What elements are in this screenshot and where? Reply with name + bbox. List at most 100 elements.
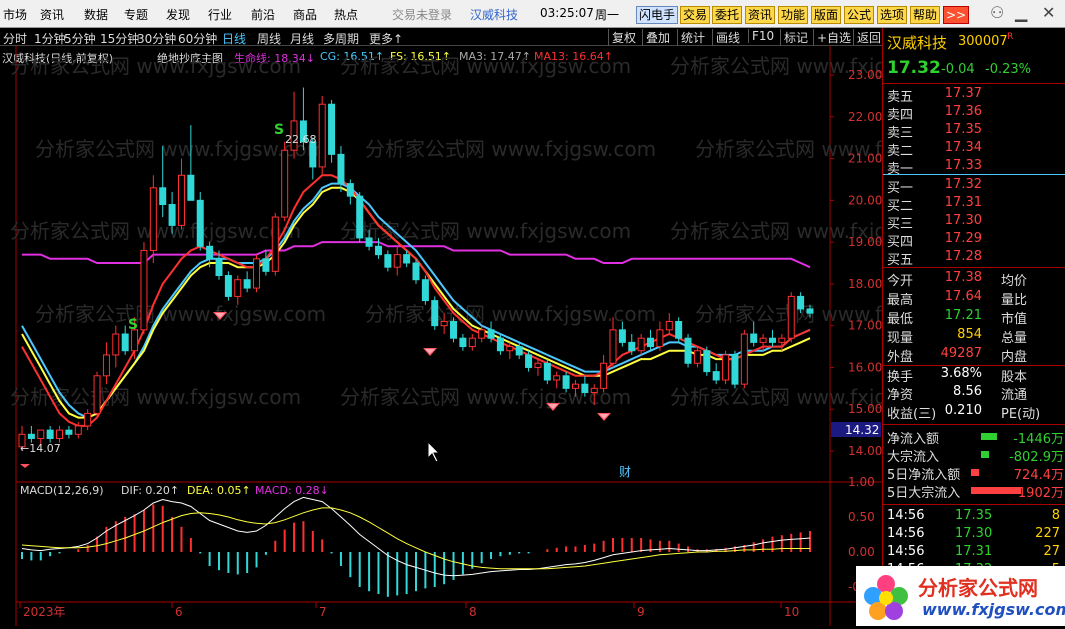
tick-time-0: 14:56	[887, 508, 925, 523]
period-7[interactable]: 周线	[257, 30, 281, 47]
candle-body-83	[797, 295, 805, 310]
candle-body-58	[562, 375, 570, 389]
chart-tool-4[interactable]: F10	[748, 29, 774, 43]
toolbar-button-5[interactable]: 版面	[811, 6, 842, 24]
bid-label-4: 买五	[887, 253, 914, 268]
period-4[interactable]: 30分钟	[137, 30, 176, 47]
period-9[interactable]: 多周期	[323, 30, 359, 47]
stat-value-7: 0.210	[944, 403, 982, 418]
period-6[interactable]: 日线	[222, 30, 246, 47]
toolbar-button-6[interactable]: 公式	[844, 6, 875, 24]
tick-row-2: 14:56 17.31 27	[883, 544, 1065, 562]
period-2[interactable]: 5分钟	[64, 30, 96, 47]
menu-3[interactable]: 专题	[124, 6, 148, 23]
candle-body-5	[65, 429, 73, 435]
flow-bar-3	[971, 487, 1021, 494]
minimize-icon[interactable]: ▁	[1015, 3, 1027, 22]
menu-8[interactable]: 热点	[334, 6, 358, 23]
period-3[interactable]: 15分钟	[100, 30, 139, 47]
chart-tool-1[interactable]: 叠加	[642, 29, 670, 46]
menu-2[interactable]: 数据	[84, 6, 108, 23]
stat-row-5: 换手 3.68% 股本	[883, 365, 1065, 385]
price-label-4: 19.00	[848, 235, 882, 249]
toolbar-button-0[interactable]: 闪电手	[636, 6, 679, 24]
ask-price-3: 17.34	[944, 140, 982, 155]
bid-label-0: 买一	[887, 181, 914, 196]
candle-body-17	[177, 174, 185, 226]
period-10[interactable]: 更多↑	[369, 30, 403, 47]
chart-tool-5[interactable]: 标记	[780, 29, 808, 46]
candle-body-39	[384, 254, 392, 268]
candle-body-62	[600, 362, 608, 389]
quote-last-price: 17.32	[887, 58, 941, 78]
price-label-0: 23.00	[848, 68, 882, 82]
chart-tool-2[interactable]: 统计	[677, 29, 705, 46]
macd-label-0: 1.00	[848, 475, 875, 489]
macd-hist-value: MACD: 0.28↓	[255, 484, 329, 497]
flow-bar-0	[981, 433, 997, 440]
stat-value-0: 17.38	[944, 270, 982, 285]
low-label: ←14.07	[20, 442, 61, 455]
close-icon[interactable]: ✕	[1042, 3, 1055, 22]
kline-chart[interactable]: 分析家公式网 www.fxjgsw.com 分析家公式网 www.fxjgsw.c…	[0, 46, 986, 626]
toolbar-button-1[interactable]: 交易	[680, 6, 711, 24]
period-5[interactable]: 60分钟	[178, 30, 217, 47]
toolbar-button-4[interactable]: 功能	[778, 6, 809, 24]
chart-tool-0[interactable]: 复权	[608, 29, 636, 46]
candle-body-44	[431, 300, 439, 327]
kline-chart-area[interactable]: 分析家公式网 www.fxjgsw.com 分析家公式网 www.fxjgsw.c…	[0, 46, 986, 626]
candle-body-36	[356, 195, 364, 239]
chart-tool-7[interactable]: 返回	[853, 29, 881, 46]
period-8[interactable]: 月线	[290, 30, 314, 47]
price-label-2: 21.00	[848, 152, 882, 166]
flow-bar-2	[971, 469, 979, 476]
tick-time-2: 14:56	[887, 544, 925, 559]
candle-body-20	[206, 245, 214, 260]
high-label: 22.68	[285, 133, 317, 146]
stat-row-0: 今开 17.38 均价	[883, 270, 1065, 289]
period-0[interactable]: 分时	[3, 30, 27, 47]
clock: 03:25:07	[540, 6, 594, 20]
logo-url: www.fxjgsw.com	[922, 600, 1065, 619]
candle-body-51	[496, 337, 504, 352]
stat-label-4: 外盘	[887, 350, 914, 365]
candle-body-15	[159, 187, 167, 206]
chart-tool-3[interactable]: 画线	[712, 29, 740, 46]
candle-body-21	[215, 258, 223, 277]
toolbar-button-9[interactable]: >>	[943, 6, 970, 24]
toolbar-button-7[interactable]: 选项	[877, 6, 908, 24]
user-icon[interactable]: ⚇	[990, 3, 1004, 22]
bid-price-3: 17.29	[944, 231, 982, 246]
toolbar-button-8[interactable]: 帮助	[910, 6, 941, 24]
title-bar: 市场 资讯 数据 专题 发现 行业 前沿 商品 热点 交易未登录 汉威科技 03:25:07 周一 闪电手…	[0, 0, 1065, 28]
menu-7[interactable]: 商品	[293, 6, 317, 23]
tick-price-0: 17.35	[955, 508, 993, 523]
candle-body-66	[637, 337, 645, 352]
candle-body-38	[374, 245, 382, 256]
x-label-4: 9	[637, 605, 645, 619]
signal-s-top: S	[274, 122, 284, 138]
candle-body-54	[525, 354, 533, 368]
menu-6[interactable]: 前沿	[251, 6, 275, 23]
candle-body-19	[196, 199, 204, 247]
candle-body-68	[656, 329, 664, 348]
chart-tool-6[interactable]: +自选	[813, 29, 851, 46]
toolbar-button-2[interactable]: 委托	[712, 6, 743, 24]
period-1[interactable]: 1分钟	[34, 30, 66, 47]
quote-divider-4	[883, 424, 1065, 425]
candle-body-34	[337, 153, 345, 185]
menu-4[interactable]: 发现	[166, 6, 190, 23]
flow-label-2: 5日净流入额	[887, 468, 961, 483]
candle-body-56	[543, 362, 551, 381]
flow-value-2: 724.4万	[1013, 468, 1064, 483]
macd-label-1: 0.50	[848, 510, 875, 524]
menu-0[interactable]: 市场	[3, 6, 27, 23]
login-status[interactable]: 交易未登录	[392, 6, 452, 23]
candle-body-65	[628, 341, 636, 352]
stat-label-1: 最高	[887, 293, 914, 308]
stat-label-5: 换手	[887, 370, 914, 385]
menu-5[interactable]: 行业	[208, 6, 232, 23]
x-label-1: 6	[175, 605, 183, 619]
toolbar-button-3[interactable]: 资讯	[745, 6, 776, 24]
menu-1[interactable]: 资讯	[40, 6, 64, 23]
